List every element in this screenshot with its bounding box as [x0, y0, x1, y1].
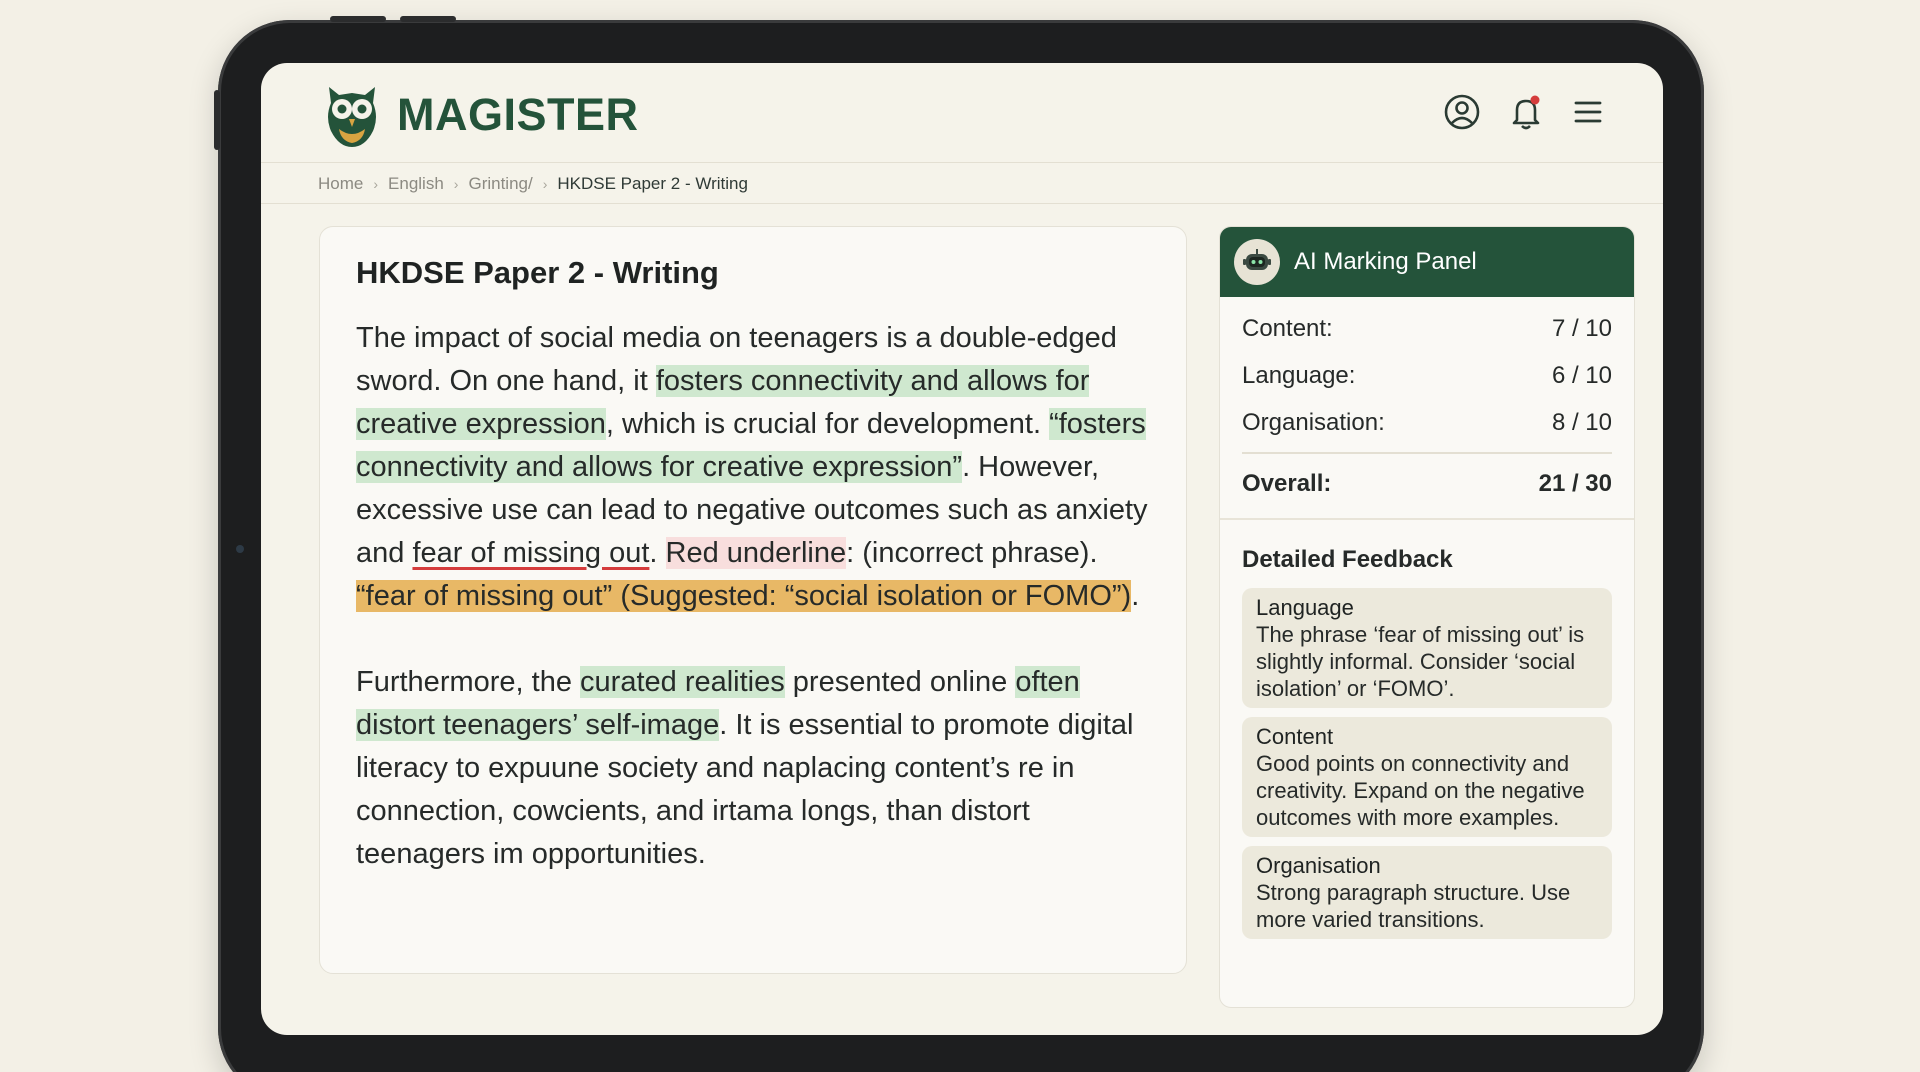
score-value: 7 / 10: [1551, 314, 1612, 342]
essay-text: Furthermore, the: [356, 666, 581, 698]
breadcrumb-english[interactable]: English: [388, 174, 444, 194]
score-row-overall: Overall: 21 / 30: [1242, 452, 1612, 514]
menu-icon[interactable]: [1567, 91, 1609, 133]
feedback-item-content: Content Good points on connectivity and …: [1242, 717, 1612, 837]
feedback-heading: Content: [1256, 724, 1334, 749]
highlight-positive[interactable]: curated realities: [580, 666, 785, 698]
score-row-content: Content: 7 / 10: [1242, 305, 1612, 352]
score-row-organisation: Organisation: 8 / 10: [1242, 399, 1612, 446]
ai-marking-panel: AI Marking Panel Content: 7 / 10 Languag…: [1219, 226, 1635, 1008]
tablet-button: [400, 16, 456, 22]
essay-text: , which is crucial for development.: [605, 408, 1050, 440]
score-label: Organisation:: [1242, 408, 1385, 436]
overall-label: Overall:: [1242, 470, 1332, 497]
chevron-right-icon: ›: [453, 175, 459, 192]
robot-icon: [1234, 239, 1280, 285]
highlight-note[interactable]: Red underline: [665, 537, 847, 569]
feedback-item-language: Language The phrase ‘fear of missing out…: [1242, 588, 1612, 708]
breadcrumb-writing[interactable]: Grinting/: [468, 174, 532, 194]
feedback-text: Good points on connectivity and creativi…: [1256, 751, 1585, 830]
feedback-text: The phrase ‘fear of missing out’ is slig…: [1256, 622, 1585, 701]
bell-icon[interactable]: [1505, 91, 1547, 133]
essay-paragraph-2: Furthermore, the curated realities prese…: [356, 661, 1156, 876]
tablet-side-button: [214, 90, 220, 150]
feedback-text: Strong paragraph structure. Use more var…: [1256, 880, 1571, 932]
chevron-right-icon: ›: [542, 175, 548, 192]
tablet-button: [330, 16, 386, 22]
score-value: 8 / 10: [1551, 408, 1612, 436]
score-row-language: Language: 6 / 10: [1242, 352, 1612, 399]
essay-title: HKDSE Paper 2 - Writing: [356, 255, 719, 290]
essay-text: : (incorrect phrase).: [846, 537, 1098, 569]
highlight-suggestion[interactable]: “fear of missing out” (Suggested: “socia…: [356, 580, 1132, 612]
scores: Content: 7 / 10 Language: 6 / 10 Organis…: [1220, 297, 1634, 514]
score-label: Content:: [1242, 314, 1333, 342]
essay-text: .: [649, 537, 666, 569]
feedback-heading: Organisation: [1256, 853, 1381, 878]
essay-text: .: [1131, 580, 1140, 612]
breadcrumb-current: HKDSE Paper 2 - Writing: [557, 173, 748, 193]
essay-card: HKDSE Paper 2 - Writing The impact of so…: [319, 226, 1187, 974]
breadcrumb: Home › English › Grinting/ › HKDSE Paper…: [261, 164, 1663, 204]
score-value: 6 / 10: [1551, 361, 1612, 389]
panel-header: AI Marking Panel: [1220, 227, 1634, 297]
essay-paragraph-1: The impact of social media on teenagers …: [356, 317, 1156, 618]
brand-name: MAGISTER: [397, 89, 639, 140]
breadcrumb-home[interactable]: Home: [318, 174, 363, 194]
essay-body: The impact of social media on teenagers …: [356, 317, 1156, 876]
chevron-right-icon: ›: [373, 175, 379, 192]
owl-logo-icon: [328, 87, 376, 147]
overall-value: 21 / 30: [1538, 470, 1612, 497]
feedback-list: Language The phrase ‘fear of missing out…: [1220, 588, 1634, 939]
header: MAGISTER: [261, 63, 1663, 163]
app-screen: MAGISTER Home › English › Grinting/ › HK…: [261, 63, 1663, 1035]
feedback-item-organisation: Organisation Strong paragraph structure.…: [1242, 846, 1612, 939]
camera: [236, 545, 244, 553]
feedback-heading: Language: [1256, 595, 1354, 620]
panel-title: AI Marking Panel: [1294, 248, 1477, 275]
error-underline[interactable]: fear of missing out: [412, 537, 649, 569]
feedback-title: Detailed Feedback: [1242, 546, 1453, 573]
user-circle-icon[interactable]: [1441, 91, 1483, 133]
score-label: Language:: [1242, 361, 1356, 389]
essay-text: presented online: [784, 666, 1016, 698]
